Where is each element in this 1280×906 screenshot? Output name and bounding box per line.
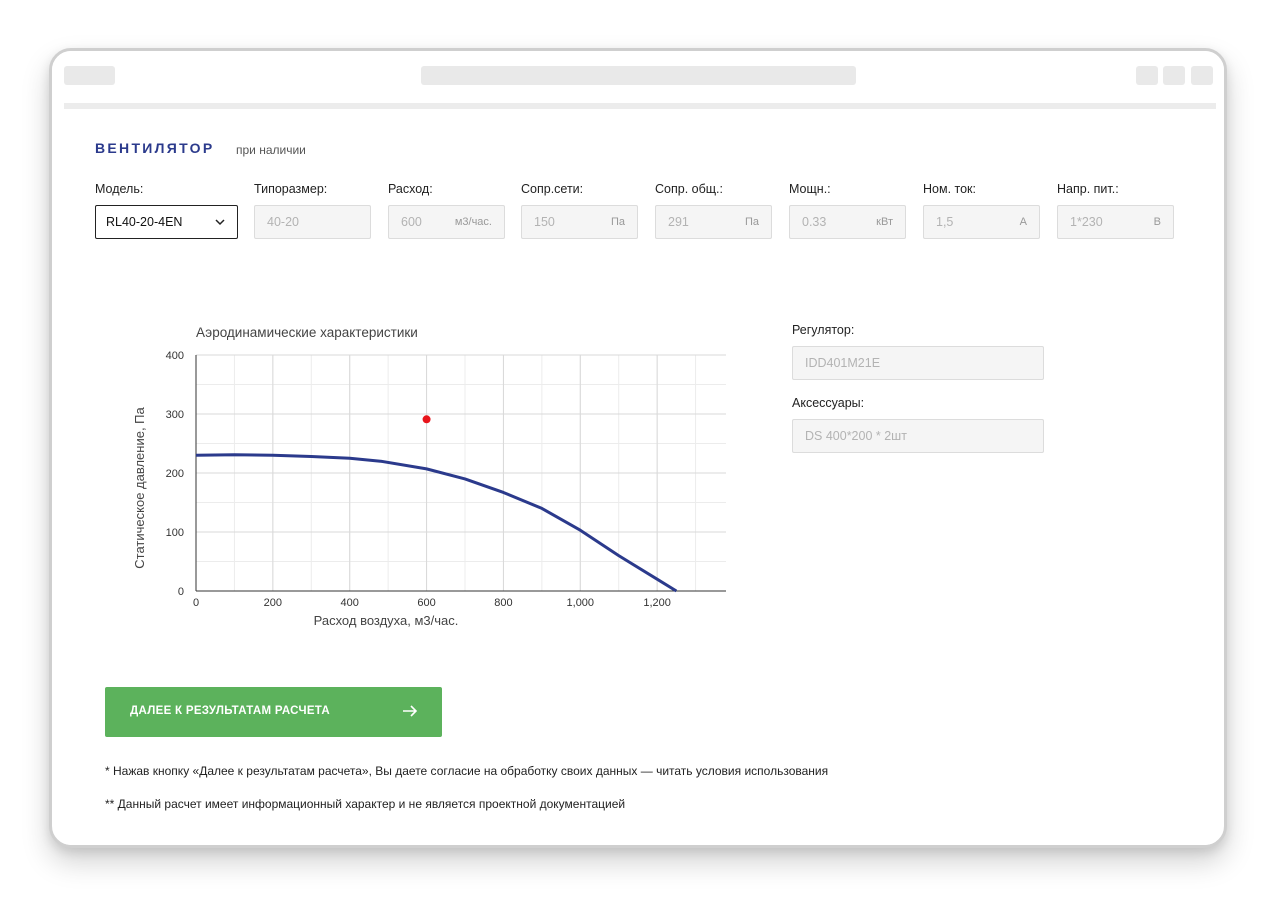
current-value: 1,5 bbox=[936, 215, 954, 229]
voltage-field[interactable]: 1*230 В bbox=[1057, 205, 1174, 239]
x-axis-label: Расход воздуха, м3/час. bbox=[314, 613, 459, 628]
regulator-field[interactable]: IDD401M21E bbox=[792, 346, 1044, 380]
chart-title: Аэродинамические характеристики bbox=[196, 325, 418, 340]
network-resistance-value: 150 bbox=[534, 215, 555, 229]
total-resistance-label: Сопр. общ.: bbox=[655, 182, 723, 196]
flow-field[interactable]: 600 м3/час. bbox=[388, 205, 505, 239]
chart-svg: 0 200 400 600 800 1,000 1,200 0 100 200 300 400 Аэро… bbox=[132, 325, 735, 628]
y-tick-label: 400 bbox=[166, 350, 184, 362]
x-tick-label: 1,200 bbox=[643, 597, 671, 609]
power-value: 0.33 bbox=[802, 215, 827, 229]
size-label: Типоразмер: bbox=[254, 182, 328, 196]
power-unit: кВт bbox=[876, 216, 893, 228]
x-tick-label: 1,000 bbox=[567, 597, 595, 609]
y-tick-label: 200 bbox=[166, 468, 184, 480]
current-field[interactable]: 1,5 А bbox=[923, 205, 1040, 239]
browser-window: ВЕНТИЛЯТОР при наличии Модель: Типоразме… bbox=[49, 48, 1227, 848]
back-placeholder[interactable] bbox=[64, 66, 115, 85]
next-to-results-label: ДАЛЕЕ К РЕЗУЛЬТАТАМ РАСЧЕТА bbox=[130, 705, 331, 717]
consent-note: * Нажав кнопку «Далее к результатам расч… bbox=[105, 764, 829, 778]
voltage-value: 1*230 bbox=[1070, 215, 1103, 229]
section-subtitle: при наличии bbox=[236, 143, 306, 157]
chevron-down-icon bbox=[215, 219, 225, 226]
current-unit: А bbox=[1019, 216, 1027, 228]
network-resistance-label: Сопр.сети: bbox=[521, 182, 584, 196]
y-tick-label: 300 bbox=[166, 409, 184, 421]
current-label: Ном. ток: bbox=[923, 182, 976, 196]
x-tick-label: 400 bbox=[341, 597, 359, 609]
total-resistance-value: 291 bbox=[668, 215, 689, 229]
flow-label: Расход: bbox=[388, 182, 433, 196]
total-resistance-unit: Па bbox=[744, 216, 759, 228]
browser-chrome bbox=[52, 51, 1224, 103]
aerodynamic-chart: 0 200 400 600 800 1,000 1,200 0 100 200 300 400 Аэро… bbox=[106, 309, 735, 639]
operating-point bbox=[422, 415, 431, 424]
accessories-label: Аксессуары: bbox=[792, 396, 865, 410]
voltage-label: Напр. пит.: bbox=[1057, 182, 1119, 196]
section-title: ВЕНТИЛЯТОР bbox=[95, 140, 215, 156]
address-bar-placeholder[interactable] bbox=[421, 66, 856, 85]
model-select-value: RL40-20-4EN bbox=[106, 215, 183, 229]
disclaimer-note: ** Данный расчет имеет информационный ха… bbox=[105, 797, 626, 811]
page-content: ВЕНТИЛЯТОР при наличии Модель: Типоразме… bbox=[64, 103, 1216, 845]
regulator-value: IDD401M21E bbox=[805, 356, 881, 370]
window-control-placeholder[interactable] bbox=[1136, 66, 1158, 85]
window-control-placeholder[interactable] bbox=[1163, 66, 1185, 85]
arrow-right-icon bbox=[403, 705, 418, 717]
power-field[interactable]: 0.33 кВт bbox=[789, 205, 906, 239]
fan-curve-line bbox=[195, 453, 678, 593]
size-value: 40-20 bbox=[267, 215, 299, 229]
size-field[interactable]: 40-20 bbox=[254, 205, 371, 239]
accessories-field[interactable]: DS 400*200 * 2шт bbox=[792, 419, 1044, 453]
y-tick-label: 0 bbox=[178, 586, 184, 598]
network-resistance-field[interactable]: 150 Па bbox=[521, 205, 638, 239]
total-resistance-field[interactable]: 291 Па bbox=[655, 205, 772, 239]
model-select[interactable]: RL40-20-4EN bbox=[95, 205, 238, 239]
x-tick-label: 0 bbox=[193, 597, 199, 609]
x-tick-label: 200 bbox=[264, 597, 282, 609]
y-tick-label: 100 bbox=[166, 527, 184, 539]
flow-unit: м3/час. bbox=[454, 216, 492, 228]
window-control-placeholder[interactable] bbox=[1191, 66, 1213, 85]
network-resistance-unit: Па bbox=[610, 216, 625, 228]
x-tick-label: 600 bbox=[417, 597, 435, 609]
voltage-unit: В bbox=[1153, 216, 1161, 228]
accessories-value: DS 400*200 * 2шт bbox=[805, 429, 907, 443]
power-label: Мощн.: bbox=[789, 182, 831, 196]
flow-value: 600 bbox=[401, 215, 422, 229]
next-to-results-button[interactable]: ДАЛЕЕ К РЕЗУЛЬТАТАМ РАСЧЕТА bbox=[105, 687, 442, 737]
regulator-label: Регулятор: bbox=[792, 323, 855, 337]
model-label: Модель: bbox=[95, 182, 144, 196]
x-tick-label: 800 bbox=[494, 597, 512, 609]
y-axis-label: Статическое давление, Па bbox=[132, 407, 147, 569]
